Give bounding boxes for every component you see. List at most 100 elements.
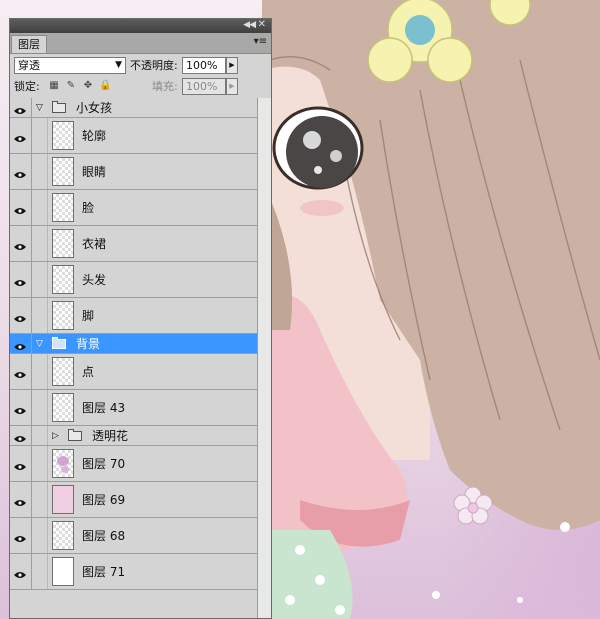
folder-icon [68, 429, 82, 441]
opacity-label: 不透明度: [130, 59, 178, 72]
lock-transparency-icon[interactable]: ▦ [48, 80, 60, 92]
layer-name: 衣裙 [82, 237, 107, 251]
lock-brush-icon[interactable]: ✎ [65, 80, 77, 92]
fill-field[interactable]: 100% [182, 78, 226, 95]
layer-name: 小女孩 [76, 101, 113, 115]
visibility-eye-icon[interactable] [10, 446, 32, 481]
layer-thumbnail[interactable] [52, 157, 74, 186]
layer-name: 头发 [82, 273, 107, 287]
layer-name: 图层 71 [82, 565, 126, 579]
layer-thumbnail[interactable] [52, 229, 74, 258]
visibility-eye-icon[interactable] [10, 482, 32, 517]
indent-spacer [32, 262, 48, 297]
indent-spacer [32, 190, 48, 225]
collapse-panel-icon[interactable]: ◀◀ [243, 20, 256, 30]
blend-options-row: 穿透 ▼ 不透明度: 100% ▶ [10, 54, 271, 76]
indent-spacer [32, 298, 48, 333]
panel-tab-row: 图层 ▾≡ [10, 33, 271, 54]
indent-spacer [32, 554, 48, 589]
indent-spacer [32, 446, 48, 481]
layer-row[interactable]: 衣裙 [10, 226, 257, 262]
indent-spacer [32, 354, 48, 389]
indent-spacer [32, 154, 48, 189]
layer-row[interactable]: 图层 71 [10, 554, 257, 590]
expand-triangle-icon[interactable]: ▽ [36, 98, 43, 118]
folder-icon [52, 101, 66, 113]
visibility-eye-icon[interactable] [10, 154, 32, 189]
layer-row[interactable]: 图层 68 [10, 518, 257, 554]
layer-group-row[interactable]: ▽ 背景 [10, 334, 257, 354]
layer-name: 图层 70 [82, 457, 126, 471]
layer-row[interactable]: 脚 [10, 298, 257, 334]
visibility-eye-icon[interactable] [10, 226, 32, 261]
layer-row[interactable]: 眼睛 [10, 154, 257, 190]
lock-move-icon[interactable]: ✥ [82, 80, 94, 92]
folder-icon [52, 337, 66, 349]
visibility-eye-icon[interactable] [10, 298, 32, 333]
lock-label: 锁定: [14, 80, 40, 93]
visibility-eye-icon[interactable] [10, 354, 32, 389]
indent-spacer [32, 518, 48, 553]
layer-row[interactable]: 轮廓 [10, 118, 257, 154]
visibility-eye-icon[interactable] [10, 334, 32, 353]
visibility-eye-icon[interactable] [10, 118, 32, 153]
visibility-eye-icon[interactable] [10, 390, 32, 425]
layers-panel: ◀◀ ✕ 图层 ▾≡ 穿透 ▼ 不透明度: 100% ▶ 锁定: ▦ ✎ ✥ 🔒… [9, 18, 272, 619]
lock-all-icon[interactable]: 🔒 [99, 80, 111, 92]
visibility-eye-icon[interactable] [10, 426, 32, 445]
visibility-eye-icon[interactable] [10, 190, 32, 225]
layers-scrollbar[interactable] [257, 98, 271, 618]
layer-name: 图层 69 [82, 493, 126, 507]
visibility-eye-icon[interactable] [10, 554, 32, 589]
layer-name: 图层 68 [82, 529, 126, 543]
blend-mode-value: 穿透 [18, 59, 40, 72]
indent-spacer [32, 482, 48, 517]
lock-options-row: 锁定: ▦ ✎ ✥ 🔒 填充: 100% ▶ [10, 76, 271, 99]
layer-row[interactable]: 图层 69 [10, 482, 257, 518]
layer-row[interactable]: 头发 [10, 262, 257, 298]
opacity-field[interactable]: 100% [182, 57, 226, 74]
indent-spacer [32, 118, 48, 153]
layers-list: ▽ 小女孩轮廓眼睛脸衣裙头发脚 ▽ 背景点图层 43 ▷ 透明花图层 70 图层 69 图层 … [10, 98, 257, 618]
layer-thumbnail[interactable] [52, 393, 74, 422]
visibility-eye-icon[interactable] [10, 518, 32, 553]
layer-row[interactable]: 图层 70 [10, 446, 257, 482]
layer-thumbnail[interactable] [52, 301, 74, 330]
close-panel-icon[interactable]: ✕ [258, 19, 266, 30]
layer-thumbnail[interactable] [52, 485, 74, 514]
fill-arrow-icon[interactable]: ▶ [226, 78, 238, 95]
layer-row[interactable]: 点 [10, 354, 257, 390]
visibility-eye-icon[interactable] [10, 98, 32, 117]
visibility-eye-icon[interactable] [10, 262, 32, 297]
layer-thumbnail[interactable] [52, 265, 74, 294]
layer-name: 脚 [82, 309, 95, 323]
tab-layers[interactable]: 图层 [11, 35, 47, 53]
layer-row[interactable]: 脸 [10, 190, 257, 226]
chevron-down-icon: ▼ [115, 60, 122, 70]
layer-name: 脸 [82, 201, 95, 215]
collapse-triangle-icon[interactable]: ▷ [52, 426, 59, 446]
layer-thumbnail[interactable] [52, 557, 74, 586]
panel-menu-icon[interactable]: ▾≡ [254, 36, 267, 47]
layer-name: 点 [82, 365, 95, 379]
layer-name: 背景 [76, 337, 101, 351]
opacity-arrow-icon[interactable]: ▶ [226, 57, 238, 74]
layer-group-row[interactable]: ▽ 小女孩 [10, 98, 257, 118]
indent-spacer [32, 226, 48, 261]
layer-thumbnail[interactable] [52, 121, 74, 150]
indent-spacer [32, 390, 48, 425]
expand-triangle-icon[interactable]: ▽ [36, 334, 43, 354]
layer-name: 图层 43 [82, 401, 126, 415]
fill-label: 填充: [152, 80, 178, 93]
layer-thumbnail[interactable] [52, 449, 74, 478]
layer-name: 轮廓 [82, 129, 107, 143]
blend-mode-select[interactable]: 穿透 ▼ [14, 57, 126, 74]
layer-row[interactable]: 图层 43 [10, 390, 257, 426]
layer-thumbnail[interactable] [52, 357, 74, 386]
layer-thumbnail[interactable] [52, 521, 74, 550]
panel-title-bar[interactable]: ◀◀ ✕ [10, 19, 271, 33]
layer-thumbnail[interactable] [52, 193, 74, 222]
layer-group-row[interactable]: ▷ 透明花 [10, 426, 257, 446]
layer-name: 眼睛 [82, 165, 107, 179]
indent-spacer [32, 426, 48, 445]
